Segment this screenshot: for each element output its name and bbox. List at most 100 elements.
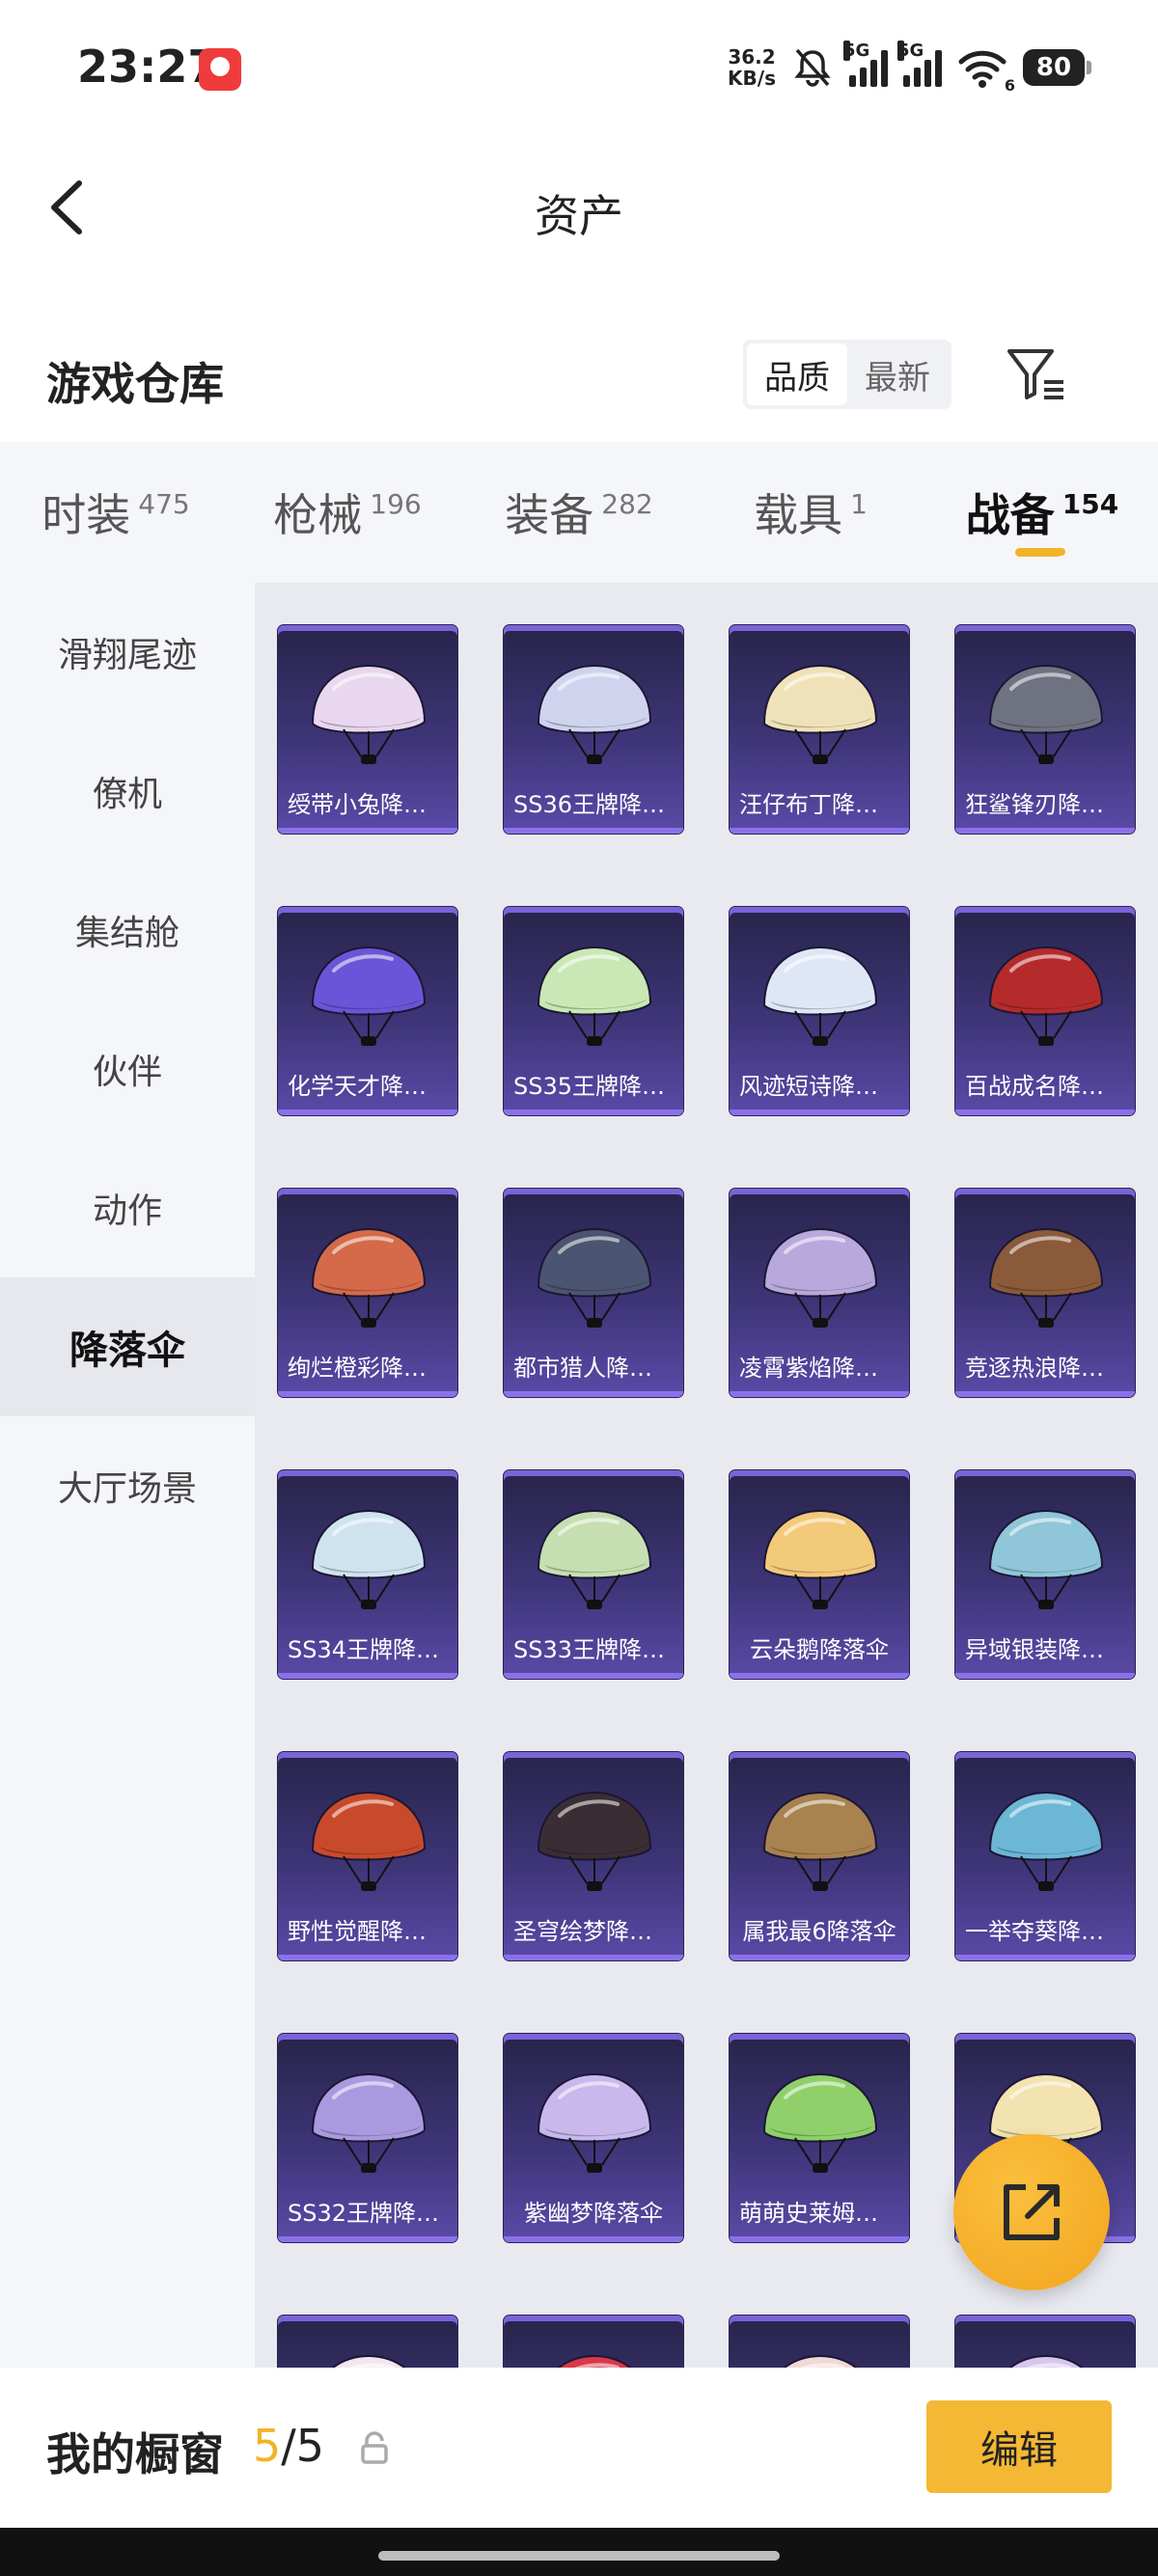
- parachute-card[interactable]: 绒兔团圆降落伞: [278, 2316, 457, 2368]
- sidebar-item-parachute[interactable]: 降落伞: [0, 1277, 255, 1416]
- filter-icon: [1007, 349, 1063, 399]
- showcase-separator: /: [281, 2420, 296, 2472]
- share-external-icon: [1004, 2184, 1060, 2240]
- parachute-name: 绶带小兔降落伞: [288, 791, 450, 818]
- tab-count: 475: [138, 487, 190, 520]
- parachute-icon: [537, 1791, 652, 1891]
- parachute-card[interactable]: SS35王牌降落伞: [504, 907, 683, 1115]
- category-tabs: 时装 475 枪械 196 装备 282 载具 1 战备 154: [0, 442, 1158, 583]
- parachute-card[interactable]: 一举夺葵降落伞: [955, 1752, 1135, 1960]
- tab-vehicles[interactable]: 载具 1: [695, 442, 926, 583]
- parachute-card[interactable]: 绶带小兔降落伞: [278, 625, 457, 834]
- tab-count: 282: [601, 487, 653, 520]
- sidebar-item-emote[interactable]: 动作: [0, 1138, 255, 1277]
- edit-button[interactable]: 编辑: [926, 2400, 1112, 2493]
- sidebar-item-assembly-pod[interactable]: 集结舱: [0, 861, 255, 1000]
- share-fab-button[interactable]: [953, 2134, 1110, 2290]
- sort-quality-button[interactable]: 品质: [747, 343, 847, 405]
- parachute-card[interactable]: SS32王牌降落伞: [278, 2034, 457, 2242]
- tab-label: 装备: [505, 489, 594, 541]
- tab-fashion[interactable]: 时装 475: [0, 442, 232, 583]
- showcase-used: 5: [253, 2420, 282, 2472]
- showcase-bar: 我的橱窗 5/5 编辑: [0, 2368, 1158, 2528]
- parachute-card[interactable]: 圣穹绘梦降落伞: [504, 1752, 683, 1960]
- parachute-icon: [988, 945, 1104, 1046]
- tab-battle-gear[interactable]: 战备 154: [926, 442, 1158, 583]
- parachute-card[interactable]: 云朵鹅降落伞: [730, 1470, 909, 1679]
- app-root: 23:27 36.2 KB/s 5G 5G 6 80 资产 游戏仓库 品质 最新…: [0, 0, 1158, 2576]
- parachute-card[interactable]: 属我最6降落伞: [730, 1752, 909, 1960]
- sort-newest-button[interactable]: 最新: [847, 343, 948, 405]
- tab-count: 1: [850, 487, 868, 520]
- status-time: 23:27: [77, 41, 219, 93]
- parachute-card[interactable]: 化学天才降落伞: [278, 907, 457, 1115]
- parachute-card[interactable]: SS36王牌降落伞: [504, 625, 683, 834]
- wifi-badge: 6: [1004, 76, 1015, 95]
- parachute-icon: [311, 664, 427, 764]
- sidebar-item-companion[interactable]: 伙伴: [0, 1000, 255, 1138]
- parachute-card[interactable]: 紫幽梦降落伞: [504, 2034, 683, 2242]
- parachute-name: 属我最6降落伞: [742, 1918, 896, 1945]
- parachute-name: 萌萌史莱姆降落伞: [739, 2200, 909, 2227]
- parachute-card[interactable]: 野性觉醒降落伞: [278, 1752, 457, 1960]
- parachute-card[interactable]: 异域银装降落伞: [955, 1470, 1135, 1679]
- parachute-name: 绚烂橙彩降落伞: [288, 1355, 450, 1382]
- lock-icon: [361, 2431, 388, 2464]
- parachute-name: 都市猎人降落伞: [513, 1355, 676, 1382]
- home-indicator[interactable]: [378, 2551, 780, 2561]
- tab-count: 154: [1062, 487, 1119, 520]
- parachute-name: 野性觉醒降落伞: [288, 1918, 450, 1945]
- parachute-card[interactable]: SS31王牌降落伞: [504, 2316, 683, 2368]
- parachute-icon: [557, 2354, 632, 2368]
- parachute-icon: [988, 664, 1104, 764]
- tab-label: 枪械: [273, 489, 363, 541]
- parachute-card[interactable]: 百战成名降落伞: [955, 907, 1135, 1115]
- signal-1-tag: 5G: [843, 41, 870, 61]
- parachute-icon: [762, 1509, 878, 1609]
- network-speed: 36.2 KB/s: [728, 46, 776, 89]
- parachute-card[interactable]: 都市猎人降落伞: [504, 1189, 683, 1397]
- parachute-icon: [988, 1227, 1104, 1328]
- sidebar-item-lobby-scene[interactable]: 大厅场景: [0, 1416, 255, 1555]
- tab-equipment[interactable]: 装备 282: [463, 442, 695, 583]
- parachute-name: 狂鲨锋刃降落伞: [965, 791, 1127, 818]
- network-speed-value: 36.2: [728, 45, 776, 69]
- status-icons: 36.2 KB/s 5G 5G 6 80: [728, 39, 1091, 96]
- parachute-card[interactable]: SS34王牌降落伞: [278, 1470, 457, 1679]
- parachute-name: 竞逐热浪降落伞: [965, 1355, 1127, 1382]
- parachute-name: 一举夺葵降落伞: [965, 1918, 1127, 1945]
- parachute-card[interactable]: 燕燕于飞降落伞: [955, 2316, 1135, 2368]
- parachute-card[interactable]: 凌霄紫焰降落伞: [730, 1189, 909, 1397]
- parachute-card[interactable]: 风迹短诗降落伞: [730, 907, 909, 1115]
- parachute-card[interactable]: 竞逐热浪降落伞: [955, 1189, 1135, 1397]
- parachute-icon: [311, 1509, 427, 1609]
- parachute-name: SS34王牌降落伞: [288, 1636, 457, 1663]
- parachute-card[interactable]: 萌萌史莱姆降落伞: [730, 2034, 909, 2242]
- parachute-card[interactable]: 巳巳如意降落伞: [730, 2316, 909, 2368]
- parachute-name: 圣穹绘梦降落伞: [513, 1918, 676, 1945]
- parachute-icon: [537, 1509, 652, 1609]
- sidebar-item-wingman[interactable]: 僚机: [0, 722, 255, 861]
- parachute-icon: [311, 1791, 427, 1891]
- parachute-icon: [762, 2072, 878, 2173]
- parachute-card[interactable]: SS33王牌降落伞: [504, 1470, 683, 1679]
- parachute-card[interactable]: 狂鲨锋刃降落伞: [955, 625, 1135, 834]
- system-gesture-bar: [0, 2528, 1158, 2576]
- sidebar-item-glide-trail[interactable]: 滑翔尾迹: [0, 583, 255, 722]
- parachute-card[interactable]: 汪仔布丁降落伞: [730, 625, 909, 834]
- network-speed-unit: KB/s: [728, 67, 776, 90]
- warehouse-header: 游戏仓库 品质 最新: [0, 328, 1158, 434]
- parachute-icon: [537, 2072, 652, 2173]
- showcase-label: 我的橱窗: [46, 2428, 224, 2480]
- tab-weapons[interactable]: 枪械 196: [232, 442, 463, 583]
- wifi-icon: 6: [957, 46, 1015, 95]
- tab-label: 载具: [754, 489, 843, 541]
- warehouse-title: 游戏仓库: [46, 358, 224, 410]
- parachute-card[interactable]: 绚烂橙彩降落伞: [278, 1189, 457, 1397]
- filter-button[interactable]: [1006, 345, 1067, 403]
- sidebar: 滑翔尾迹 僚机 集结舱 伙伴 动作 降落伞 大厅场景: [0, 583, 255, 2368]
- sort-toggle: 品质 最新: [743, 340, 951, 409]
- parachute-icon: [311, 1227, 427, 1328]
- signal-2-icon: 5G: [897, 41, 942, 87]
- parachute-icon: [762, 1791, 878, 1891]
